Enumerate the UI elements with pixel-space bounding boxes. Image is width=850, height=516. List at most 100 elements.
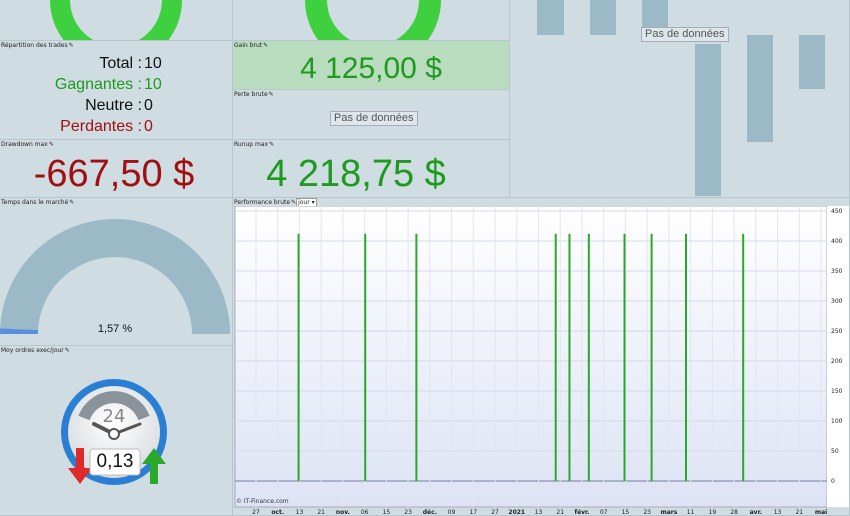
runup-panel: Runup max✎ 4 218,75 $	[233, 140, 510, 198]
right-bar	[695, 44, 721, 196]
stat-value: 0	[144, 118, 153, 135]
x-tick-label: 17	[469, 509, 477, 516]
pin-icon[interactable]: ✎	[269, 141, 274, 148]
win-donut-chart	[50, 0, 182, 40]
x-tick-label: 21	[795, 509, 803, 516]
x-tick-label: nov.	[336, 509, 350, 516]
no-data-label: Pas de données	[641, 27, 729, 42]
panel-title: Drawdown max✎	[1, 141, 54, 148]
stat-label: Perdantes :	[60, 118, 142, 135]
x-tick-label: 21	[317, 509, 325, 516]
stat-value: 10	[144, 76, 162, 93]
right-bar	[747, 35, 773, 142]
performance-bar	[650, 233, 653, 481]
performance-bar	[364, 233, 367, 481]
x-tick-label: 13	[774, 509, 782, 516]
x-tick-label: 27	[491, 509, 499, 516]
x-tick-label: 15	[383, 509, 391, 516]
y-tick-label: 150	[831, 388, 843, 395]
panel-title: Répartition des trades✎	[1, 42, 74, 49]
x-tick-label: 07	[600, 509, 608, 516]
y-tick-label: 300	[831, 298, 843, 305]
drawdown-panel: Drawdown max✎ -667,50 $	[0, 140, 233, 198]
performance-bar	[415, 233, 418, 481]
x-tick-label: oct.	[271, 509, 284, 516]
performance-bar	[742, 233, 745, 481]
y-tick-label: 50	[831, 448, 839, 455]
orders-panel: Moy ordres exec/jour✎ 24 0,13	[0, 346, 233, 516]
trades-stat-row: Gagnantes :10	[0, 74, 230, 95]
clock-icon: 24	[61, 379, 167, 485]
pin-icon[interactable]: ✎	[269, 91, 274, 98]
x-tick-label: 11	[687, 509, 695, 516]
y-tick-label: 0	[831, 478, 835, 485]
performance-chart: 0 50 100 150 200 250 300 350 400 450 27 oct. 13 21 no…	[234, 206, 849, 516]
perf-panel: Performance brute✎ jour ▾ 0 50 100 150 200 250…	[233, 198, 850, 516]
gain-panel: Gain brut✎ 4 125,00 $	[233, 41, 510, 90]
x-tick-label: 27	[252, 509, 260, 516]
pin-icon[interactable]: ✎	[49, 141, 54, 148]
trades-stat-row: Neutre :0	[0, 95, 230, 116]
stat-label: Total :	[99, 55, 142, 72]
performance-bar	[554, 233, 557, 481]
chart-credit: © IT-Finance.com	[236, 498, 289, 505]
stat-label: Neutre :	[85, 97, 142, 114]
stat-value: 10	[144, 55, 162, 72]
right-chart-panel: Pas de données	[510, 0, 850, 198]
y-tick-label: 100	[831, 418, 843, 425]
orders-value: 0,13	[96, 451, 134, 472]
x-tick-label: 09	[448, 509, 456, 516]
right-bar	[590, 0, 616, 35]
y-tick-label: 350	[831, 268, 843, 275]
x-tick-label: févr.	[574, 509, 589, 516]
x-tick-label: déc.	[423, 509, 437, 516]
x-tick-label: 19	[709, 509, 717, 516]
y-tick-label: 400	[831, 238, 843, 245]
trades-stat-row: Perdantes :0	[0, 116, 230, 137]
trades-stat-row: Total :10	[0, 53, 230, 74]
donut-panel-left	[0, 0, 233, 41]
gain-donut-chart	[305, 0, 441, 40]
performance-bar	[587, 233, 590, 481]
x-tick-label: 06	[361, 509, 369, 516]
x-tick-label: 15	[622, 509, 630, 516]
panel-title: Performance brute✎ jour ▾	[234, 198, 317, 207]
x-tick-label: 23	[643, 509, 651, 516]
right-bar	[537, 0, 564, 35]
time-panel: Temps dans le marché✎ 1,57 %	[0, 198, 233, 346]
x-tick-label: mai	[815, 509, 827, 516]
panel-title: Gain brut✎	[234, 42, 269, 49]
runup-value: 4 218,75 $	[266, 153, 446, 195]
y-tick-label: 200	[831, 358, 843, 365]
x-tick-label: mars	[660, 509, 677, 516]
x-tick-label: 13	[535, 509, 543, 516]
time-value: 1,57 %	[97, 323, 133, 335]
performance-bar	[685, 233, 687, 481]
x-tick-label: 2021	[508, 509, 525, 516]
performance-bar	[568, 233, 571, 481]
right-bar	[799, 35, 825, 89]
gain-value: 4 125,00 $	[300, 52, 442, 85]
x-tick-label: 13	[296, 509, 304, 516]
perte-panel: Perte brute✎ Pas de données	[233, 90, 510, 140]
panel-title: Perte brute✎	[234, 91, 274, 98]
pin-icon[interactable]: ✎	[69, 42, 74, 49]
trades-panel: Répartition des trades✎ Total :10 Gagnant…	[0, 41, 233, 140]
y-tick-label: 450	[831, 208, 843, 215]
donut-panel-mid	[233, 0, 510, 41]
y-tick-label: 250	[831, 328, 843, 335]
stat-value: 0	[144, 97, 153, 114]
trades-stats: Total :10 Gagnantes :10 Neutre :0 Perdantes…	[0, 53, 230, 137]
x-tick-label: 21	[556, 509, 564, 516]
performance-bar	[623, 233, 626, 481]
panel-title: Runup max✎	[234, 141, 275, 148]
performance-bar	[297, 233, 300, 481]
x-tick-label: 23	[404, 509, 412, 516]
x-tick-label: 28	[730, 509, 738, 516]
stat-label: Gagnantes :	[54, 76, 142, 93]
drawdown-value: -667,50 $	[33, 153, 195, 195]
x-tick-label: avr.	[750, 509, 762, 516]
clock-number: 24	[103, 406, 126, 427]
pin-icon[interactable]: ✎	[263, 42, 268, 49]
no-data-label: Pas de données	[330, 111, 418, 126]
